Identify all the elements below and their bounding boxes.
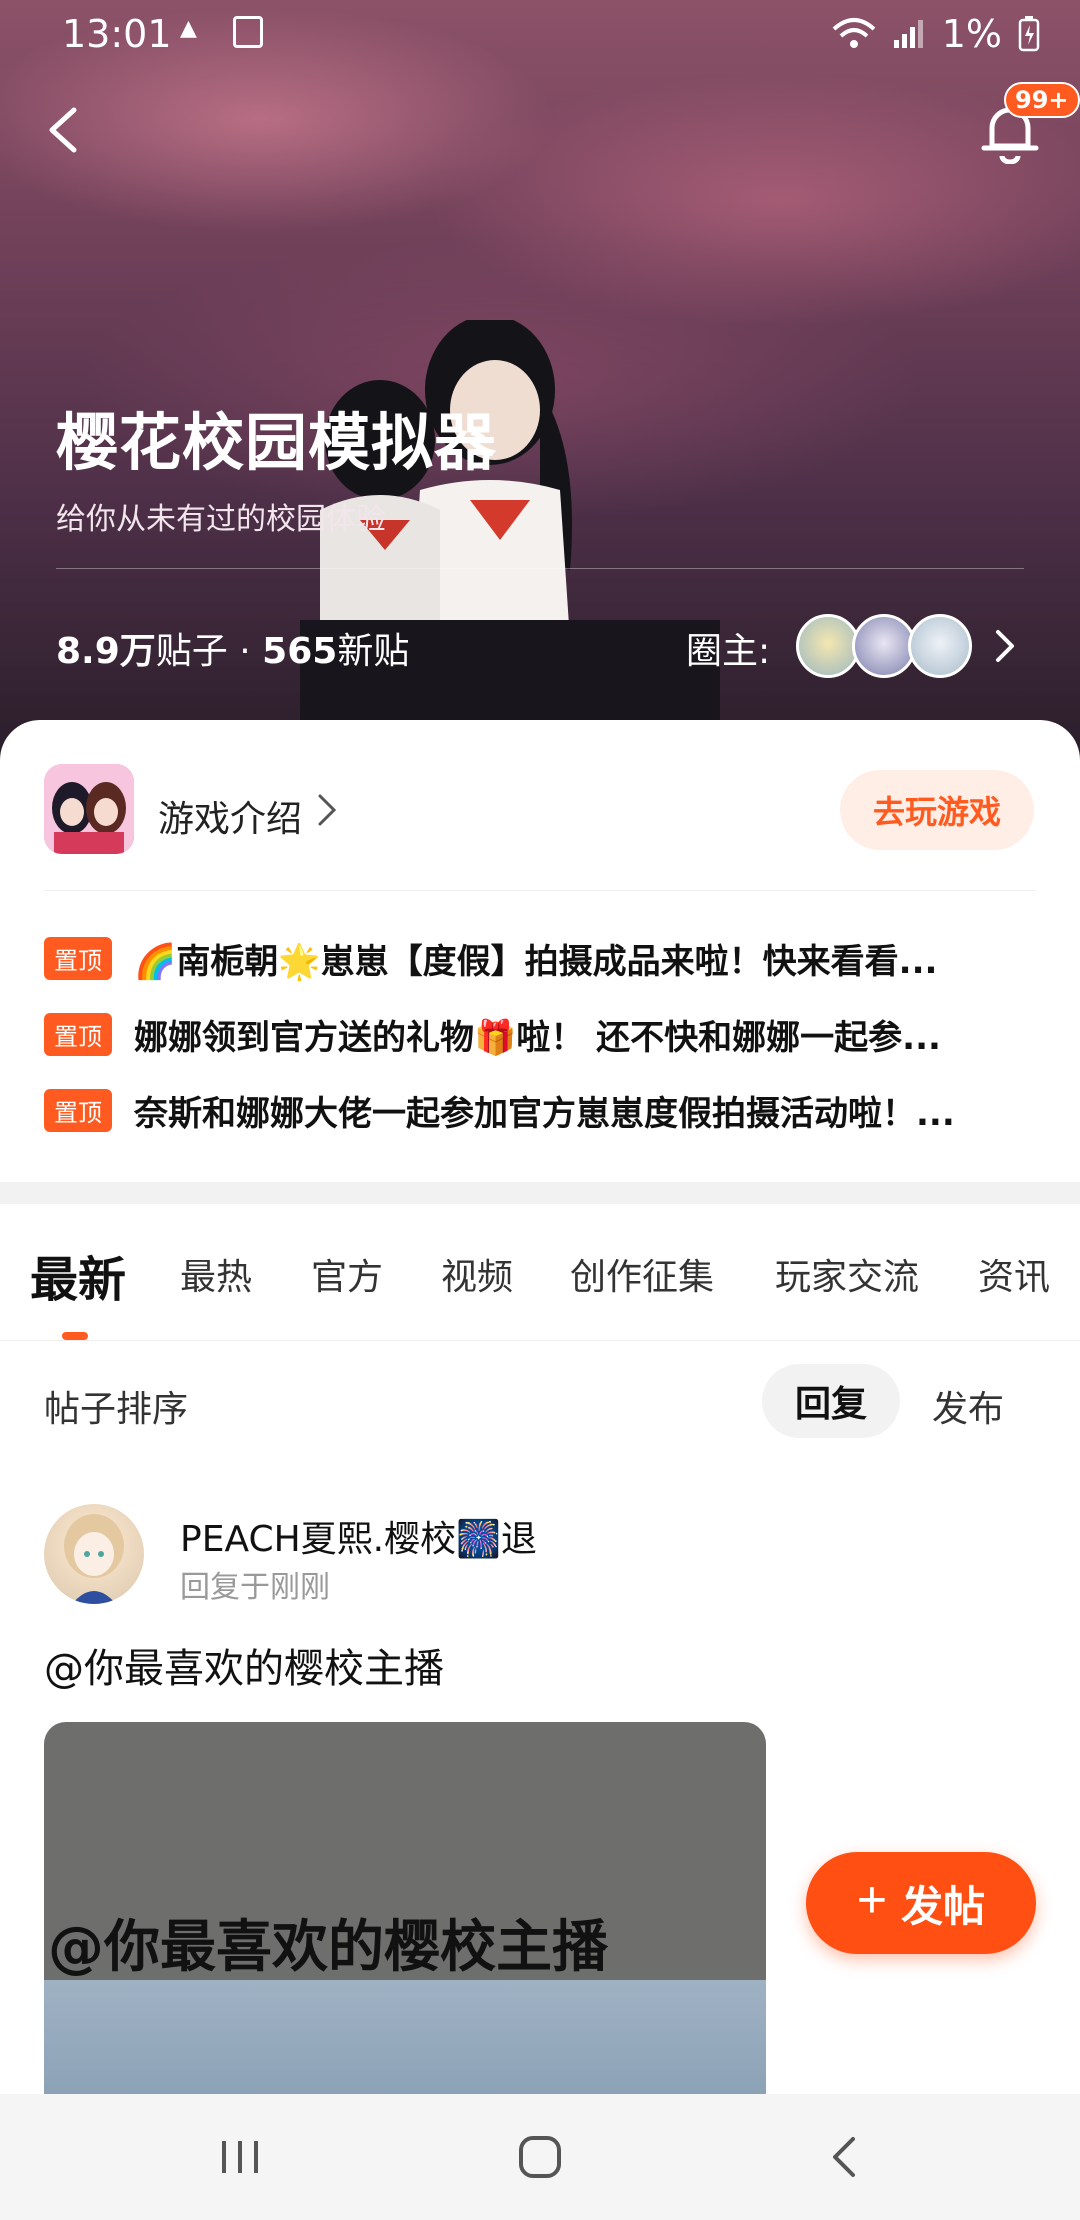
posts-label: 贴子 xyxy=(155,631,228,672)
owner-avatars[interactable] xyxy=(796,614,976,678)
owner-avatar xyxy=(796,614,860,678)
post-time: 回复于刚刚 xyxy=(180,1570,330,1605)
status-right: 1% xyxy=(832,12,1040,56)
pinned-post[interactable]: 置顶 🌈南栀朝🌟崽崽【度假】拍摄成品来啦！快来看看... xyxy=(44,934,1034,982)
community-stats: 8.9万贴子 · 565新贴 xyxy=(56,622,409,674)
tab-latest[interactable]: 最新 xyxy=(30,1240,126,1310)
status-bar: 13:01 ▲ 1% xyxy=(0,0,1080,66)
home-button[interactable] xyxy=(460,2094,620,2220)
pinned-tag: 置顶 xyxy=(44,936,112,980)
plus-icon: + xyxy=(856,1871,888,1929)
clock-icon xyxy=(233,16,263,48)
tab-news[interactable]: 资讯 xyxy=(978,1248,1050,1300)
posts-count: 8.9万 xyxy=(56,631,156,672)
new-posts-label: 新贴 xyxy=(337,631,410,672)
owner-label: 圈主: xyxy=(686,631,771,672)
post-image-scene xyxy=(44,1980,766,2102)
tab-video[interactable]: 视频 xyxy=(441,1248,513,1300)
new-posts-count: 565 xyxy=(262,631,338,672)
battery-icon xyxy=(1018,16,1040,52)
tab-creation[interactable]: 创作征集 xyxy=(570,1248,714,1300)
play-game-button[interactable]: 去玩游戏 xyxy=(840,770,1034,850)
mm-icon: ▲ xyxy=(180,16,197,41)
tab-official[interactable]: 官方 xyxy=(311,1248,383,1300)
game-app-icon[interactable] xyxy=(44,764,134,854)
community-title: 樱花校园模拟器 xyxy=(56,406,498,479)
home-icon xyxy=(519,2136,561,2178)
sort-by-post-button[interactable]: 发布 xyxy=(932,1380,1004,1432)
pinned-post[interactable]: 置顶 娜娜领到官方送的礼物🎁啦！ 还不快和娜娜一起参... xyxy=(44,1010,1034,1058)
pinned-title: 娜娜领到官方送的礼物🎁啦！ 还不快和娜娜一起参... xyxy=(134,1017,941,1058)
status-time: 13:01 xyxy=(62,12,172,56)
recent-apps-button[interactable] xyxy=(160,2094,320,2220)
tab-bar: 最新 最热 官方 视频 创作征集 玩家交流 资讯 xyxy=(0,1204,1080,1340)
post-username[interactable]: PEACH夏熙.樱校🎆退 xyxy=(180,1510,537,1562)
create-post-label: 发帖 xyxy=(901,1882,986,1930)
owner-avatar xyxy=(908,614,972,678)
active-tab-indicator xyxy=(62,1332,88,1340)
section-gap xyxy=(0,1182,1080,1204)
recent-apps-icon xyxy=(222,2141,258,2173)
tab-hot[interactable]: 最热 xyxy=(180,1248,252,1300)
system-back-button[interactable] xyxy=(764,2094,924,2220)
pinned-tag: 置顶 xyxy=(44,1012,112,1056)
signal-icon xyxy=(893,20,923,48)
battery-text: 1% xyxy=(941,12,1002,56)
sort-by-reply-button[interactable]: 回复 xyxy=(762,1364,900,1438)
notification-badge: 99+ xyxy=(1004,82,1080,118)
separator xyxy=(0,1340,1080,1341)
system-nav-bar xyxy=(0,2094,1080,2220)
pinned-tag: 置顶 xyxy=(44,1088,112,1132)
pinned-post[interactable]: 置顶 奈斯和娜娜大佬一起参加官方崽崽度假拍摄活动啦！... xyxy=(44,1086,1034,1134)
pinned-title: 奈斯和娜娜大佬一起参加官方崽崽度假拍摄活动啦！... xyxy=(134,1093,955,1134)
stats-dot: · xyxy=(239,631,251,672)
separator xyxy=(44,890,1036,891)
chevron-right-icon[interactable] xyxy=(990,626,1018,666)
post-body[interactable]: @你最喜欢的樱校主播 xyxy=(44,1636,444,1694)
create-post-button[interactable]: + 发帖 xyxy=(806,1852,1036,1954)
banner-divider xyxy=(56,568,1024,569)
avatar-art xyxy=(64,1514,124,1604)
post-image-caption: @你最喜欢的樱校主播 xyxy=(48,1915,608,1980)
post-image[interactable]: @你最喜欢的樱校主播 xyxy=(44,1722,766,2102)
back-icon[interactable] xyxy=(44,106,84,154)
owner-avatar xyxy=(852,614,916,678)
chevron-right-icon[interactable] xyxy=(316,790,338,830)
pinned-title: 🌈南栀朝🌟崽崽【度假】拍摄成品来啦！快来看看... xyxy=(134,941,938,982)
game-icon-art xyxy=(44,764,134,854)
avatar[interactable] xyxy=(44,1504,144,1604)
community-subtitle: 给你从未有过的校园体验 xyxy=(56,502,386,537)
system-back-icon xyxy=(833,2137,855,2177)
tab-player-exchange[interactable]: 玩家交流 xyxy=(775,1248,919,1300)
sort-label: 帖子排序 xyxy=(44,1389,189,1430)
game-intro-link[interactable]: 游戏介绍 xyxy=(158,790,302,842)
wifi-icon xyxy=(832,18,876,48)
